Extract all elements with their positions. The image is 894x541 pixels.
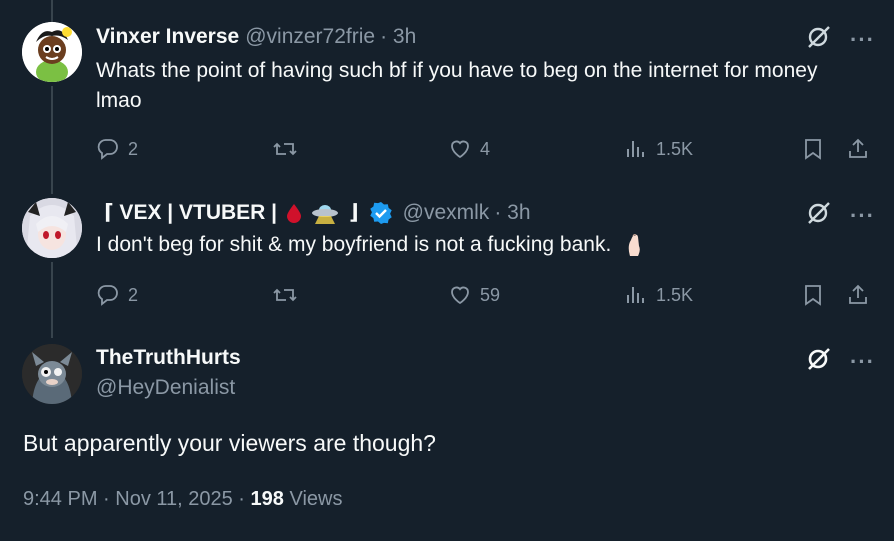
- reply-icon: [97, 285, 118, 306]
- tweet-1-text: Whats the point of having such bf if you…: [96, 59, 818, 112]
- tweet-2-time[interactable]: · 3h: [494, 201, 530, 225]
- main-tweet-text: But apparently your viewers are though?: [23, 430, 436, 456]
- reply-button[interactable]: 2: [96, 134, 138, 164]
- views-icon: [627, 287, 644, 303]
- retweet-icon: [273, 142, 297, 156]
- like-icon: [451, 286, 469, 305]
- tweet-1-header: Vinxer Inverse @vinzer72frie · 3h: [96, 25, 416, 49]
- share-icon: [849, 138, 867, 158]
- share-icon: [849, 284, 867, 304]
- avatar-vinxer[interactable]: [22, 22, 82, 82]
- tweet-2-display-name-suffix[interactable]: ⌋: [349, 201, 359, 225]
- like-count: 59: [480, 284, 501, 305]
- like-count: 4: [480, 138, 491, 159]
- views-count: 1.5K: [656, 138, 694, 159]
- avatar-vex[interactable]: [22, 198, 82, 258]
- like-icon: [451, 140, 469, 159]
- main-handle[interactable]: @HeyDenialist: [96, 376, 235, 400]
- main-timestamp[interactable]: 9:44 PM · Nov 11, 2025 ·: [23, 488, 245, 510]
- reply-count: 2: [128, 284, 139, 305]
- retweet-button[interactable]: [272, 280, 306, 310]
- views-button[interactable]: 1.5K: [624, 134, 693, 164]
- tweet-2-header: ⌈ VEX | VTUBER | ⌋ @vexmlk · 3h: [104, 201, 531, 225]
- tweet-1-time[interactable]: · 3h: [380, 25, 416, 49]
- reply-button[interactable]: 2: [96, 280, 138, 310]
- tweet-1-top-actions: ···: [806, 24, 875, 55]
- tweet-2-top-actions: ···: [806, 200, 875, 231]
- share-button[interactable]: [846, 134, 870, 164]
- flying-saucer-icon: [312, 205, 339, 224]
- views-button[interactable]: 1.5K: [624, 280, 693, 310]
- bookmark-icon: [805, 139, 821, 160]
- bookmark-button[interactable]: [802, 134, 824, 164]
- grok-icon[interactable]: [806, 346, 832, 377]
- thread-line-2: [51, 262, 53, 338]
- thread-line-1: [51, 86, 53, 194]
- tweet-2-text-row: I don't beg for shit & my boyfriend is n…: [96, 230, 836, 260]
- reply-icon: [97, 139, 118, 160]
- pinched-fingers-icon: [628, 234, 640, 257]
- more-icon[interactable]: ···: [850, 204, 875, 226]
- retweet-button[interactable]: [272, 134, 306, 164]
- like-button[interactable]: 59: [448, 280, 500, 310]
- tweet-1-handle[interactable]: @vinzer72frie: [245, 25, 375, 49]
- more-icon[interactable]: ···: [850, 28, 875, 50]
- main-views-count: 198: [250, 488, 284, 510]
- main-display-name[interactable]: TheTruthHurts: [96, 346, 241, 370]
- grok-icon[interactable]: [806, 200, 832, 231]
- tweet-2-handle[interactable]: @vexmlk: [403, 201, 490, 225]
- avatar-image: [22, 198, 82, 258]
- bookmark-icon: [805, 285, 821, 306]
- avatar-truthhurts[interactable]: [22, 344, 82, 404]
- tweet-2-display-name-prefix[interactable]: ⌈ VEX | VTUBER |: [104, 201, 277, 225]
- avatar-image: [22, 344, 82, 404]
- bookmark-button[interactable]: [802, 280, 824, 310]
- main-views-label: Views: [289, 488, 343, 510]
- tweet-1-display-name[interactable]: Vinxer Inverse: [96, 25, 239, 49]
- more-icon[interactable]: ···: [850, 350, 875, 372]
- share-button[interactable]: [846, 280, 870, 310]
- avatar-image: [22, 22, 82, 82]
- thread-line-top: [51, 0, 53, 22]
- reply-count: 2: [128, 138, 139, 159]
- grok-icon[interactable]: [806, 24, 832, 55]
- views-count: 1.5K: [656, 284, 694, 305]
- main-tweet-meta: 9:44 PM · Nov 11, 2025 · 198 Views: [23, 488, 342, 511]
- tweet-2-text: I don't beg for shit & my boyfriend is n…: [96, 233, 612, 256]
- main-top-actions: ···: [806, 346, 875, 377]
- views-icon: [627, 141, 644, 157]
- like-button[interactable]: 4: [448, 134, 490, 164]
- drop-of-blood-icon: [287, 204, 302, 223]
- verified-badge-icon[interactable]: [369, 201, 393, 225]
- retweet-icon: [273, 288, 297, 302]
